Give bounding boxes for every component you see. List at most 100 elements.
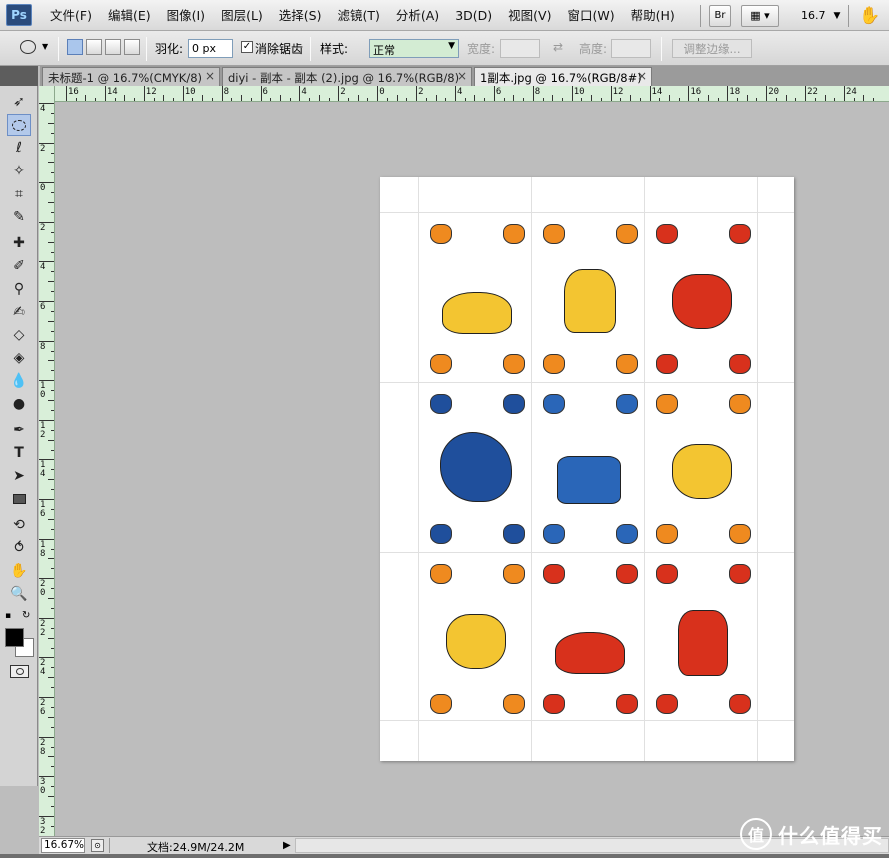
hand-tool-icon[interactable]: ✋: [7, 560, 31, 582]
cat-illustration-cell: [646, 214, 759, 384]
magic-wand-tool-icon[interactable]: ✧: [7, 160, 31, 182]
antialias-checkbox[interactable]: ✓: [241, 41, 253, 53]
zoom-dropdown-icon[interactable]: ▼: [834, 11, 841, 21]
tab-untitled-1[interactable]: 未标题-1 @ 16.7%(CMYK/8) ×: [42, 67, 220, 86]
status-options-icon[interactable]: ⊙: [91, 839, 104, 852]
hand-icon[interactable]: ✋: [859, 6, 880, 26]
zoom-tool-icon[interactable]: 🔍: [7, 583, 31, 605]
eraser-tool-icon[interactable]: ◇: [7, 324, 31, 346]
path-selection-tool-icon[interactable]: ➤: [7, 465, 31, 487]
new-selection-mode-button[interactable]: [67, 39, 83, 55]
foreground-color-swatch[interactable]: [5, 628, 24, 647]
mini-cat-icon: [543, 524, 565, 544]
ruler-minor-tick: [425, 98, 427, 101]
quick-mask-icon[interactable]: [10, 665, 29, 678]
menu-layer[interactable]: 图层(L): [213, 0, 271, 31]
canvas-area[interactable]: [55, 102, 889, 836]
tab-label: 1副本.jpg @ 16.7%(RGB/8#): [480, 71, 642, 85]
cat-illustration-cell: [533, 384, 646, 554]
document-canvas[interactable]: [380, 177, 794, 761]
close-icon[interactable]: ×: [637, 69, 647, 83]
ruler-minor-tick: [668, 95, 670, 101]
ruler-minor-tick: [386, 98, 388, 101]
rectangle-tool-icon[interactable]: [7, 488, 31, 510]
history-brush-tool-icon[interactable]: ✍: [7, 301, 31, 323]
brush-tool-icon[interactable]: ✐: [7, 255, 31, 277]
pen-tool-icon[interactable]: ✒: [7, 419, 31, 441]
add-selection-mode-button[interactable]: [86, 39, 102, 55]
style-select[interactable]: 正常 ▼: [369, 39, 459, 58]
zoom-field[interactable]: 16.67%: [41, 838, 85, 853]
intersect-selection-mode-button[interactable]: [124, 39, 140, 55]
menu-select[interactable]: 选择(S): [271, 0, 330, 31]
screen-mode-button[interactable]: ▦ ▾: [741, 4, 779, 27]
bridge-button[interactable]: Br: [709, 4, 731, 27]
ruler-label: 8: [223, 87, 230, 97]
tab-1-copy[interactable]: 1副本.jpg @ 16.7%(RGB/8#) ×: [474, 67, 652, 86]
menu-3d[interactable]: 3D(D): [447, 0, 500, 31]
ruler-label: 4: [40, 262, 46, 273]
ruler-minor-tick: [163, 95, 165, 101]
menu-filter[interactable]: 滤镜(T): [329, 0, 387, 31]
ruler-major-tick: [221, 86, 223, 101]
window-bottom-edge: [0, 854, 889, 858]
elliptical-marquee-preset-icon[interactable]: [20, 40, 36, 54]
mini-cat-icon: [503, 224, 525, 244]
swap-colors-icon[interactable]: ↻: [22, 610, 30, 621]
ruler-major-tick: [416, 86, 418, 101]
ruler-label: 2: [40, 222, 46, 233]
style-value: 正常: [373, 44, 395, 57]
tab-diyi-copy[interactable]: diyi - 副本 - 副本 (2).jpg @ 16.7%(RGB/8) ×: [222, 67, 472, 86]
move-tool-icon[interactable]: ➶: [7, 91, 31, 113]
menu-image[interactable]: 图像(I): [159, 0, 213, 31]
blur-tool-icon[interactable]: 💧: [7, 370, 31, 392]
zoom-level-readout[interactable]: 16.7: [801, 9, 826, 22]
dodge-tool-icon[interactable]: ●: [7, 393, 31, 415]
ruler-minor-tick: [51, 429, 54, 431]
type-tool-icon[interactable]: T: [7, 442, 31, 464]
ruler-minor-tick: [51, 350, 54, 352]
document-tabs: 未标题-1 @ 16.7%(CMYK/8) × diyi - 副本 - 副本 (…: [40, 66, 889, 86]
crop-tool-icon[interactable]: ⌗: [7, 183, 31, 205]
ruler-label: 10: [184, 87, 196, 97]
ruler-minor-tick: [853, 98, 855, 101]
horizontal-ruler: 16 14 12 10 8 6 4 2 0 2 4 6 8 10 12 14 16 18 20 22 24: [55, 86, 889, 102]
vertical-ruler: 4 2 0 2 4 6 8 1 0 1 2 1 4 1 6 1 8 2 0 2 2 2 4 2 6 2 8 3 0…: [39, 86, 55, 836]
ruler-minor-tick: [51, 805, 54, 807]
feather-input[interactable]: 0 px: [188, 39, 233, 58]
preset-dropdown-icon[interactable]: ▼: [42, 42, 48, 51]
healing-brush-tool-icon[interactable]: ✚: [7, 232, 31, 254]
ruler-minor-tick: [51, 726, 54, 728]
height-label: 高度:: [579, 42, 608, 56]
status-menu-arrow-icon[interactable]: ▶: [283, 838, 293, 853]
menu-help[interactable]: 帮助(H): [623, 0, 683, 31]
menu-file[interactable]: 文件(F): [42, 0, 100, 31]
elliptical-marquee-tool-icon[interactable]: [7, 114, 31, 136]
ruler-major-tick: [610, 86, 612, 101]
mini-cat-icon: [430, 354, 452, 374]
eyedropper-tool-icon[interactable]: ✎: [7, 206, 31, 228]
paint-bucket-tool-icon[interactable]: ◈: [7, 347, 31, 369]
menu-edit[interactable]: 编辑(E): [100, 0, 159, 31]
mini-cat-icon: [543, 564, 565, 584]
menu-window[interactable]: 窗口(W): [559, 0, 622, 31]
ruler-label: 1 4: [40, 460, 46, 480]
menu-analysis[interactable]: 分析(A): [388, 0, 447, 31]
menu-view[interactable]: 视图(V): [500, 0, 559, 31]
close-icon[interactable]: ×: [205, 69, 215, 83]
default-colors-icon[interactable]: ▪: [5, 611, 11, 621]
cat-face-drawing: [555, 632, 625, 674]
lasso-tool-icon[interactable]: ℓ: [7, 137, 31, 159]
ruler-minor-tick: [48, 122, 54, 124]
3d-rotate-tool-icon[interactable]: ⟲: [7, 514, 31, 536]
close-icon[interactable]: ×: [457, 69, 467, 83]
clone-stamp-tool-icon[interactable]: ⚲: [7, 278, 31, 300]
cat-face-drawing: [557, 456, 621, 504]
3d-orbit-tool-icon[interactable]: ⥀: [7, 537, 31, 559]
ruler-minor-tick: [48, 320, 54, 322]
ruler-minor-tick: [134, 98, 136, 101]
ruler-minor-tick: [124, 95, 126, 101]
ruler-minor-tick: [591, 95, 593, 101]
subtract-selection-mode-button[interactable]: [105, 39, 121, 55]
ruler-minor-tick: [51, 152, 54, 154]
